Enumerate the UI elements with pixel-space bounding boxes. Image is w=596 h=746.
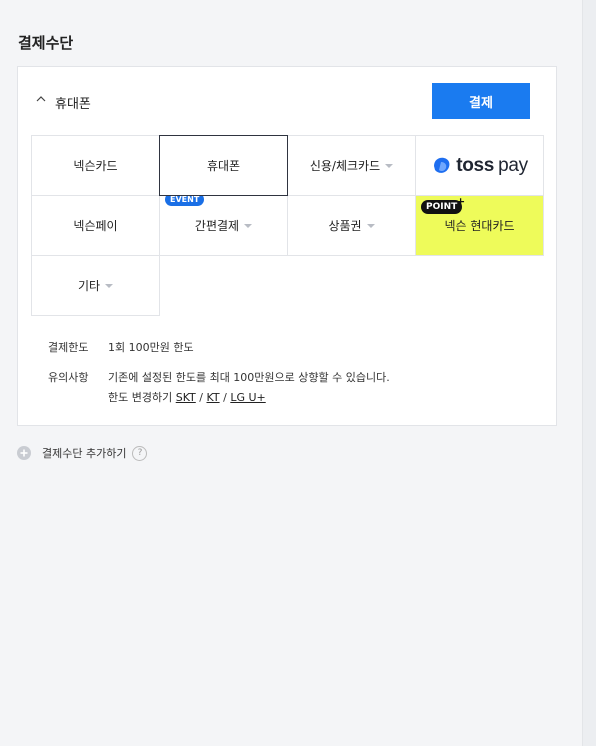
limit-change-row: 한도 변경하기 SKT / KT / LG U+ (108, 389, 266, 405)
method-toss-pay[interactable]: toss pay (415, 135, 544, 196)
method-other[interactable]: 기타 (31, 255, 160, 316)
add-payment-method-label[interactable]: 결제수단 추가하기 (42, 445, 126, 461)
pay-button[interactable]: 결제 (432, 83, 530, 119)
notice-text: 기존에 설정된 한도를 최대 100만원으로 상향할 수 있습니다. (108, 371, 390, 384)
add-payment-method-row: 결제수단 추가하기 ? (17, 444, 148, 462)
limit-value: 1회 100만원 한도 (108, 341, 194, 354)
link-lgu[interactable]: LG U+ (230, 391, 265, 404)
limit-label: 결제한도 (48, 341, 89, 354)
method-nexon-hyundai-card[interactable]: POINT + 넥슨 현대카드 (415, 195, 544, 256)
method-nexon-pay[interactable]: 넥슨페이 (31, 195, 160, 256)
method-nexon-card[interactable]: 넥슨카드 (31, 135, 160, 196)
question-icon[interactable]: ? (132, 445, 148, 461)
toss-pay-wordmark: pay (498, 154, 528, 176)
caret-down-icon (105, 283, 114, 288)
toss-wordmark: toss (456, 154, 495, 176)
toss-symbol-icon (434, 157, 450, 173)
caret-down-icon (366, 223, 375, 228)
method-mobile[interactable]: 휴대폰 (159, 135, 288, 196)
method-easy-pay[interactable]: EVENT 간편결제 (159, 193, 288, 256)
selected-method-label: 휴대폰 (55, 97, 91, 112)
link-separator: / (199, 391, 203, 404)
payment-panel: 휴대폰 결제 넥슨카드 휴대폰 신용/체크카드 toss pay 넥슨페이 EV… (17, 66, 557, 426)
method-label: 간편결제 (194, 219, 240, 233)
link-separator: / (223, 391, 227, 404)
panel-header: 휴대폰 결제 (18, 67, 556, 135)
scrollbar[interactable] (582, 0, 596, 746)
link-skt[interactable]: SKT (176, 391, 196, 404)
payment-method-grid: 넥슨카드 휴대폰 신용/체크카드 toss pay 넥슨페이 EVENT 간편결… (31, 135, 544, 316)
method-label: 신용/체크카드 (309, 159, 381, 173)
method-label: 기타 (77, 279, 101, 293)
point-plus: + (456, 195, 466, 208)
method-label: 넥슨카드 (73, 159, 118, 173)
section-title: 결제수단 (18, 34, 74, 52)
method-label: 상품권 (328, 219, 362, 233)
toss-logo-icon: toss pay (431, 155, 528, 177)
caret-down-icon (244, 223, 253, 228)
method-gift-card[interactable]: 상품권 (287, 195, 416, 256)
method-label: 휴대폰 (206, 159, 241, 173)
method-credit-card[interactable]: 신용/체크카드 (287, 135, 416, 196)
link-kt[interactable]: KT (207, 391, 220, 404)
method-label: 넥슨페이 (73, 219, 118, 233)
chevron-up-icon[interactable] (36, 95, 46, 103)
notice-label: 유의사항 (48, 371, 89, 384)
caret-down-icon (385, 163, 394, 168)
limit-change-prefix: 한도 변경하기 (108, 391, 173, 404)
method-label: 넥슨 현대카드 (444, 219, 515, 233)
plus-circle-icon[interactable] (17, 446, 31, 460)
